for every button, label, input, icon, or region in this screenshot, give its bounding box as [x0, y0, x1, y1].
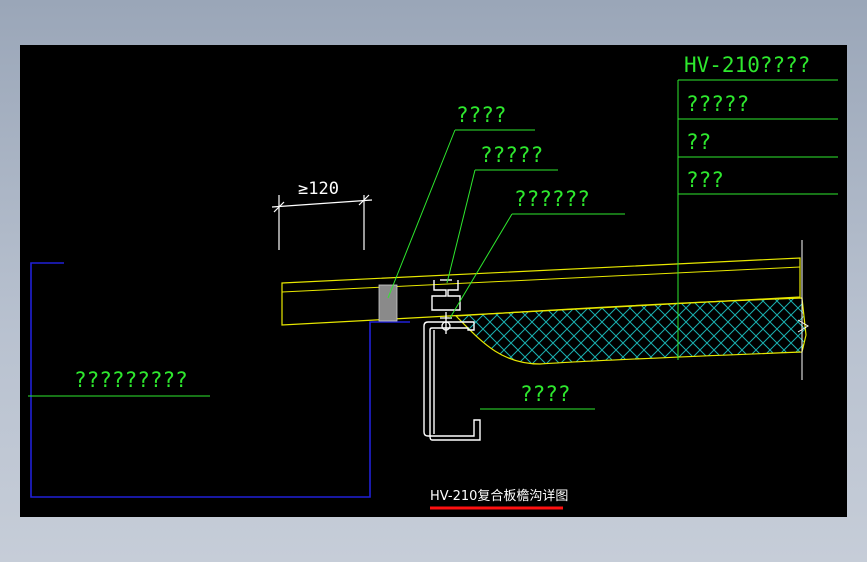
- spec-table-header: HV-210????: [684, 53, 810, 77]
- spec-table-row-2: ??: [686, 130, 711, 154]
- callout-1: ????: [456, 103, 507, 127]
- callout-3: ??????: [514, 187, 590, 211]
- dimension-label: ≥120: [298, 179, 339, 199]
- support-block: [378, 284, 398, 322]
- fastener-screw: [440, 312, 452, 334]
- callout-gutter: ?????????: [74, 368, 188, 392]
- spec-table-row-1: ?????: [686, 92, 749, 116]
- drawing-title: HV-210复合板檐沟详图: [430, 489, 568, 504]
- dimension-marker: [271, 194, 373, 250]
- gutter-detail-drawing: ≥120 HV-210???? ????? ?? ??? ???? ????? …: [28, 53, 838, 510]
- insulation-hatch: [454, 297, 807, 365]
- purlin-c-section: [423, 321, 481, 441]
- callout-2: ?????: [480, 143, 543, 167]
- spec-table-row-3: ???: [686, 168, 724, 192]
- callout-purlin: ????: [520, 382, 571, 406]
